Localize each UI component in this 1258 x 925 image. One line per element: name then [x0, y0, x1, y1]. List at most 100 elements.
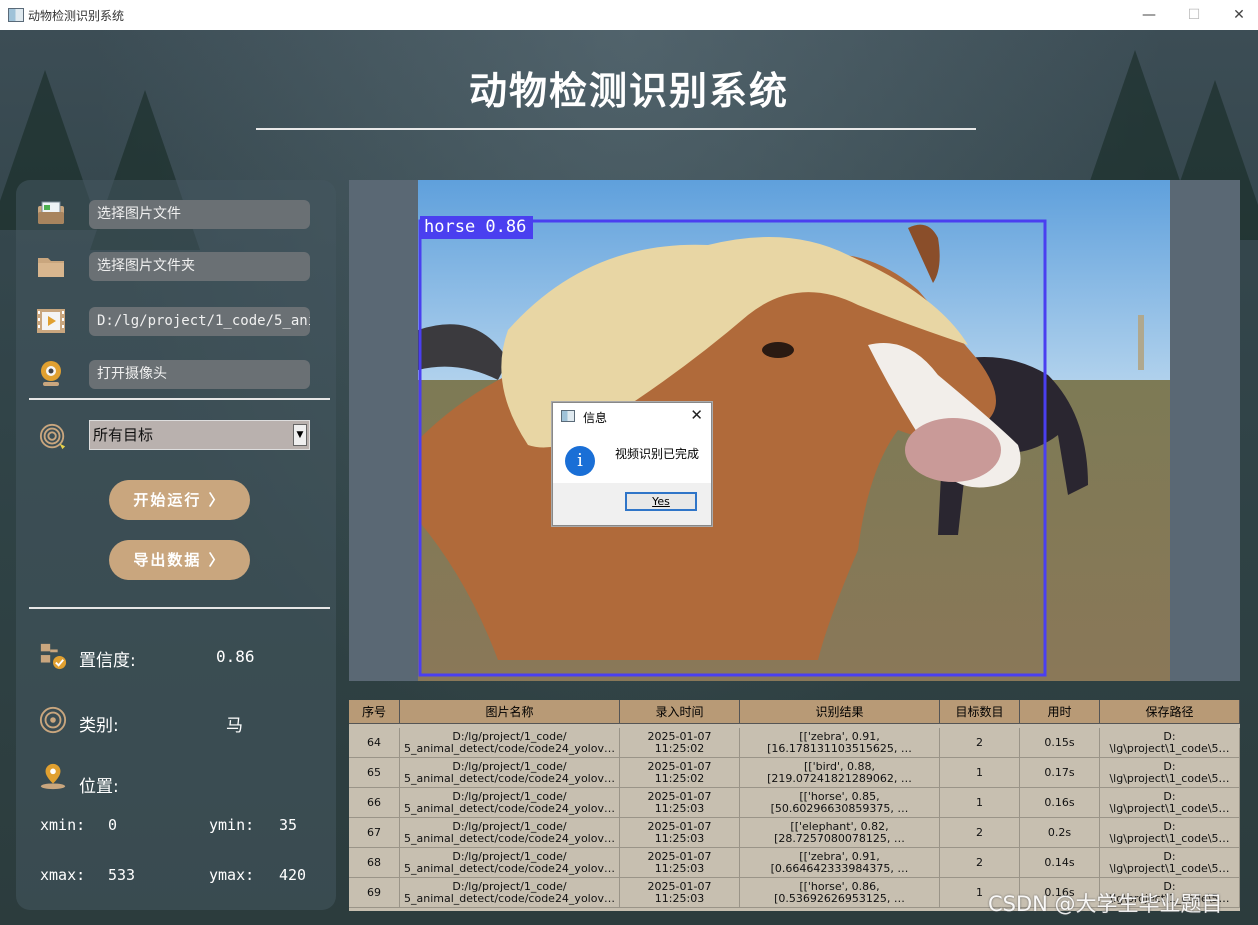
cell-duration: 0.15s	[1020, 728, 1100, 758]
cell-save-path-line: \lg\project\1_code\5…	[1109, 772, 1230, 785]
cell-image-name-line: 5_animal_detect/code/code24_yolov…	[404, 802, 615, 815]
window-titlebar: 动物检测识别系统 — ☐ ✕	[0, 0, 1258, 31]
cell-entry-time: 2025-01-07 11:25:02	[620, 728, 740, 758]
cell-image-name-line: 5_animal_detect/code/code24_yolov…	[404, 862, 615, 875]
class-icon	[39, 706, 67, 734]
cell-save-path-line: \lg\project\1_code\5…	[1109, 742, 1230, 755]
dialog-header	[553, 403, 711, 431]
cell-entry-time: 2025-01-07 11:25:03	[620, 878, 740, 908]
class-value: 马	[226, 716, 243, 736]
cell-row-index: 66	[349, 788, 400, 818]
dialog-message: 视频识别已完成	[615, 447, 700, 461]
cell-row-index: 67	[349, 818, 400, 848]
xmin-value: 0	[108, 816, 118, 834]
column-header-count[interactable]: 目标数目	[940, 700, 1020, 724]
cell-save-path: D: \lg\project\1_code\5…	[1100, 848, 1240, 878]
target-icon	[39, 423, 66, 450]
cell-result: [['zebra', 0.91, [16.178131103515625, …	[740, 728, 940, 758]
column-header-index[interactable]: 序号	[349, 700, 400, 724]
detection-image	[418, 180, 1170, 681]
target-select[interactable]: 所有目标 ▼	[89, 420, 310, 450]
info-dialog: 信息 ✕ i 视频识别已完成 Yes	[552, 402, 712, 526]
table-row[interactable]: 64 D:/lg/project/1_code/5_animal_detect/c…	[349, 728, 1240, 758]
cell-image-name: D:/lg/project/1_code/5_animal_detect/cod…	[400, 788, 620, 818]
panel-divider	[29, 607, 330, 609]
column-header-time[interactable]: 录入时间	[620, 700, 740, 724]
close-button[interactable]: ✕	[1221, 4, 1257, 26]
cell-image-name: D:/lg/project/1_code/5_animal_detect/cod…	[400, 848, 620, 878]
select-image-folder-button[interactable]: 选择图片文件夹	[89, 252, 310, 281]
cell-entry-time-line: 11:25:03	[654, 832, 705, 845]
cell-duration: 0.2s	[1020, 818, 1100, 848]
folder-icon	[38, 258, 64, 277]
cell-save-path: D: \lg\project\1_code\5…	[1100, 728, 1240, 758]
cell-duration: 0.14s	[1020, 848, 1100, 878]
confidence-label: 置信度:	[79, 651, 136, 671]
panel-divider	[29, 398, 330, 400]
confidence-icon	[40, 643, 67, 670]
cell-result-line: [16.178131103515625, …	[767, 742, 912, 755]
dialog-title: 信息	[583, 411, 608, 425]
cell-entry-time-line: 11:25:03	[654, 802, 705, 815]
cell-entry-time: 2025-01-07 11:25:03	[620, 818, 740, 848]
ymin-value: 35	[279, 816, 298, 834]
cell-image-name: D:/lg/project/1_code/5_animal_detect/cod…	[400, 818, 620, 848]
cell-target-count: 2	[940, 818, 1020, 848]
cell-result: [['zebra', 0.91, [0.664642333984375, …	[740, 848, 940, 878]
table-row[interactable]: 67 D:/lg/project/1_code/5_animal_detect/c…	[349, 818, 1240, 848]
cell-row-index: 69	[349, 878, 400, 908]
column-header-result[interactable]: 识别结果	[740, 700, 940, 724]
dialog-close-button[interactable]: ✕	[690, 406, 703, 424]
table-row[interactable]: 66 D:/lg/project/1_code/5_animal_detect/c…	[349, 788, 1240, 818]
horse-photo	[418, 180, 1170, 681]
column-header-save-path[interactable]: 保存路径	[1100, 700, 1240, 724]
minimize-button[interactable]: —	[1131, 4, 1167, 26]
cell-image-name: D:/lg/project/1_code/5_animal_detect/cod…	[400, 878, 620, 908]
camera-icon	[41, 361, 61, 386]
cell-result-line: [219.07241821289062, …	[767, 772, 912, 785]
cell-result-line: [0.664642333984375, …	[770, 862, 909, 875]
title-divider	[256, 128, 976, 130]
cell-duration: 0.16s	[1020, 788, 1100, 818]
table-row[interactable]: 68 D:/lg/project/1_code/5_animal_detect/c…	[349, 848, 1240, 878]
table-row[interactable]: 65 D:/lg/project/1_code/5_animal_detect/c…	[349, 758, 1240, 788]
cell-entry-time-line: 11:25:02	[654, 742, 705, 755]
cell-result-line: [50.60296630859375, …	[770, 802, 909, 815]
cell-image-name-line: 5_animal_detect/code/code24_yolov…	[404, 892, 615, 905]
cell-save-path-line: \lg\project\1_code\5…	[1109, 862, 1230, 875]
column-header-duration[interactable]: 用时	[1020, 700, 1100, 724]
cell-result: [['horse', 0.85, [50.60296630859375, …	[740, 788, 940, 818]
cell-result: [['bird', 0.88, [219.07241821289062, …	[740, 758, 940, 788]
cell-target-count: 1	[940, 788, 1020, 818]
target-select-value: 所有目标	[93, 426, 154, 444]
cell-entry-time: 2025-01-07 11:25:02	[620, 758, 740, 788]
cell-image-name: D:/lg/project/1_code/5_animal_detect/cod…	[400, 728, 620, 758]
dialog-yes-button[interactable]: Yes	[625, 492, 697, 511]
dialog-app-icon	[561, 410, 575, 422]
video-icon	[37, 309, 65, 333]
cell-save-path: D: \lg\project\1_code\5…	[1100, 818, 1240, 848]
cell-target-count: 2	[940, 728, 1020, 758]
start-button[interactable]: 开始运行 〉	[109, 480, 250, 520]
dropdown-arrow-icon[interactable]: ▼	[293, 424, 307, 446]
cell-target-count: 1	[940, 758, 1020, 788]
cell-save-path-line: \lg\project\1_code\5…	[1109, 832, 1230, 845]
column-header-image-name[interactable]: 图片名称	[400, 700, 620, 724]
page-title: 动物检测识别系统	[468, 69, 789, 113]
open-camera-button[interactable]: 打开摄像头	[89, 360, 310, 389]
ymin-label: ymin:	[209, 816, 255, 834]
xmin-label: xmin:	[40, 816, 86, 834]
watermark: CSDN @大学生毕业题目	[988, 892, 1223, 916]
class-label: 类别:	[79, 716, 119, 736]
video-path-field[interactable]: D:/lg/project/1_code/5_animal_detect	[89, 307, 310, 336]
select-image-file-button[interactable]: 选择图片文件	[89, 200, 310, 229]
cell-result-line: [0.53692626953125, …	[774, 892, 905, 905]
position-label: 位置:	[79, 777, 119, 797]
cell-row-index: 68	[349, 848, 400, 878]
cell-image-name-line: 5_animal_detect/code/code24_yolov…	[404, 772, 615, 785]
maximize-button[interactable]: ☐	[1176, 4, 1212, 26]
export-button[interactable]: 导出数据 〉	[109, 540, 250, 580]
app-icon	[8, 8, 24, 22]
detection-label: horse 0.86	[424, 217, 527, 237]
ymax-label: ymax:	[209, 866, 255, 884]
